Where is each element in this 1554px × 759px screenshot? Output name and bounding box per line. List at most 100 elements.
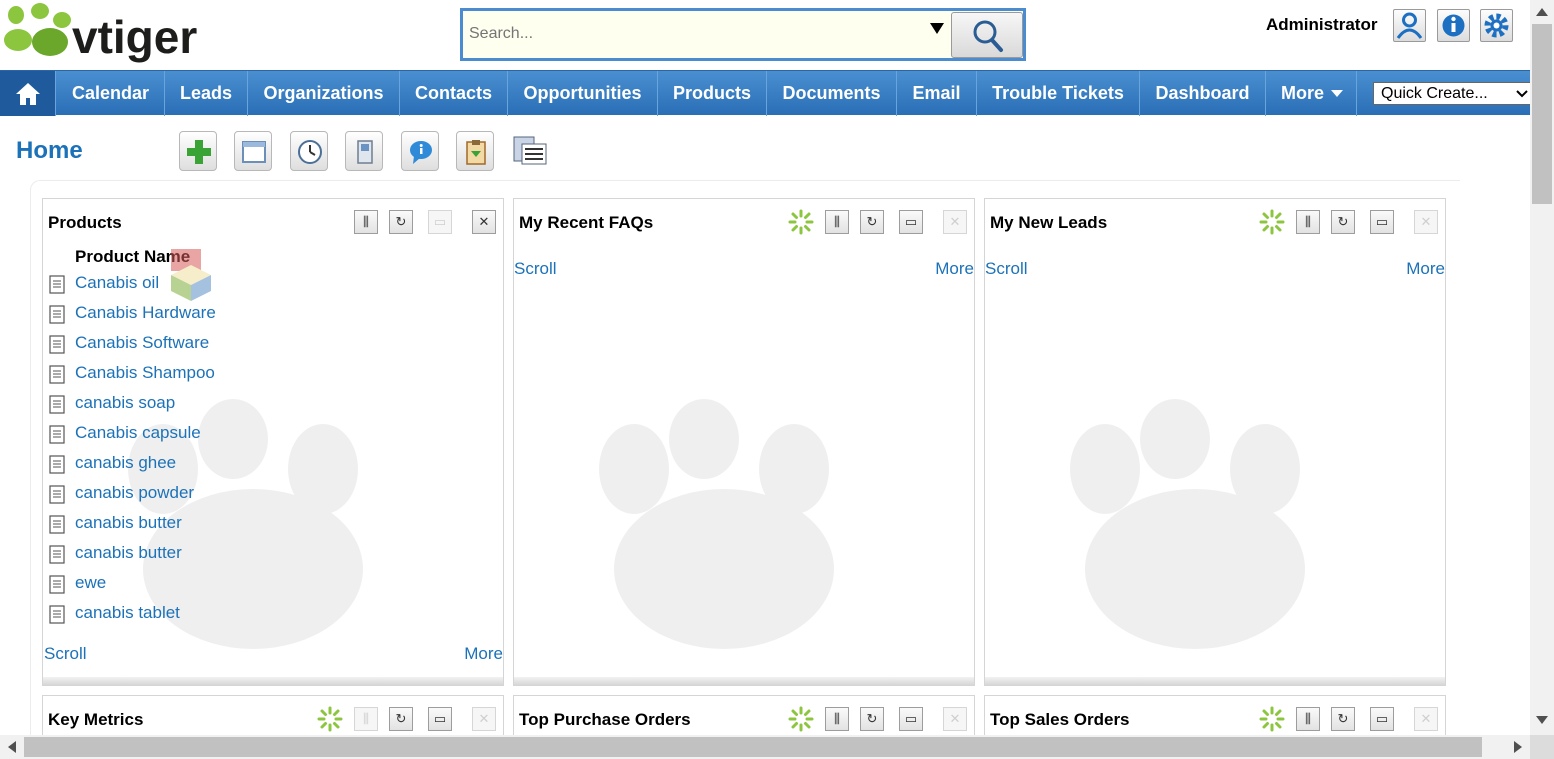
- scroll-link[interactable]: Scroll: [514, 259, 557, 279]
- product-row[interactable]: Canabis Shampoo: [49, 363, 349, 387]
- refresh-icon: ↻: [395, 711, 407, 726]
- settings-gear-icon: [1484, 13, 1509, 38]
- scroll-link[interactable]: Scroll: [44, 644, 87, 664]
- logo-text: vtiger: [72, 11, 198, 63]
- product-row[interactable]: canabis soap: [49, 393, 349, 417]
- resize-icon: ▭: [904, 711, 918, 726]
- widget-resize-button[interactable]: ▭: [1370, 707, 1394, 731]
- quick-create-select[interactable]: Quick Create...: [1373, 82, 1533, 105]
- product-link[interactable]: Canabis Software: [75, 333, 209, 353]
- vertical-scrollbar[interactable]: [1530, 0, 1554, 735]
- widget-refresh-button[interactable]: ↻: [860, 210, 884, 234]
- product-link[interactable]: canabis butter: [75, 513, 182, 533]
- scroll-right-arrow-icon[interactable]: [1514, 741, 1522, 753]
- chevron-down-icon: [1516, 90, 1528, 98]
- widget-config-button[interactable]: ⫼: [825, 707, 849, 731]
- product-link[interactable]: Canabis Shampoo: [75, 363, 215, 383]
- widget-close-button: ✕: [943, 707, 967, 731]
- widget-resize-button[interactable]: ▭: [428, 707, 452, 731]
- chat-button[interactable]: [401, 131, 439, 171]
- product-row[interactable]: canabis ghee: [49, 453, 349, 477]
- clipboard-button[interactable]: [456, 131, 494, 171]
- user-name[interactable]: Administrator: [1266, 15, 1377, 35]
- widget-refresh-button[interactable]: ↻: [860, 707, 884, 731]
- product-row[interactable]: canabis tablet: [49, 603, 349, 627]
- chat-bubble-icon: [410, 141, 432, 164]
- product-link[interactable]: Canabis capsule: [75, 423, 201, 443]
- product-row[interactable]: Canabis capsule: [49, 423, 349, 447]
- nav-item-more[interactable]: More: [1266, 71, 1357, 116]
- widget-close-button[interactable]: ✕: [472, 210, 496, 234]
- nav-home[interactable]: [0, 71, 56, 116]
- refresh-icon: ↻: [1337, 214, 1349, 229]
- add-widget-button[interactable]: [179, 131, 217, 171]
- widget-refresh-button[interactable]: ↻: [389, 707, 413, 731]
- product-link[interactable]: ewe: [75, 573, 106, 593]
- close-icon: ✕: [1420, 711, 1432, 726]
- product-row[interactable]: Canabis Software: [49, 333, 349, 357]
- nav-item-email[interactable]: Email: [897, 71, 977, 116]
- widget-config-button[interactable]: ⫼: [1296, 707, 1320, 731]
- widget-refresh-button[interactable]: ↻: [389, 210, 413, 234]
- widget-title: Products: [48, 213, 122, 232]
- more-link[interactable]: More: [935, 259, 974, 279]
- widget-config-button[interactable]: ⫼: [825, 210, 849, 234]
- scroll-left-arrow-icon[interactable]: [8, 741, 16, 753]
- window-button[interactable]: [234, 131, 272, 171]
- horizontal-scrollbar[interactable]: [0, 735, 1530, 759]
- product-row[interactable]: Canabis oil: [49, 273, 349, 297]
- nav-item-leads[interactable]: Leads: [165, 71, 248, 116]
- scroll-down-arrow-icon[interactable]: [1536, 716, 1548, 724]
- widget-config-button[interactable]: ⫼: [1296, 210, 1320, 234]
- search-input[interactable]: [467, 16, 947, 52]
- clock-button[interactable]: [290, 131, 328, 171]
- more-link[interactable]: More: [464, 644, 503, 664]
- list-layout-button[interactable]: [512, 134, 548, 168]
- user-profile-button[interactable]: [1393, 9, 1426, 42]
- widget-refresh-button[interactable]: ↻: [1331, 210, 1355, 234]
- nav-item-products[interactable]: Products: [658, 71, 767, 116]
- nav-item-contacts[interactable]: Contacts: [400, 71, 508, 116]
- nav-item-documents[interactable]: Documents: [767, 71, 897, 116]
- widget-resize-button[interactable]: ▭: [1370, 210, 1394, 234]
- user-icon: [1396, 12, 1423, 39]
- vertical-scroll-thumb[interactable]: [1532, 24, 1552, 204]
- close-icon: ✕: [478, 214, 490, 229]
- widget-resize-button[interactable]: ▭: [899, 707, 923, 731]
- home-icon: [16, 83, 40, 105]
- product-link[interactable]: Canabis Hardware: [75, 303, 216, 323]
- document-icon: [49, 335, 65, 354]
- product-link[interactable]: canabis butter: [75, 543, 182, 563]
- notebook-button[interactable]: [345, 131, 383, 171]
- product-row[interactable]: canabis powder: [49, 483, 349, 507]
- about-button[interactable]: [1437, 9, 1470, 42]
- product-link[interactable]: canabis tablet: [75, 603, 180, 623]
- product-link[interactable]: canabis soap: [75, 393, 175, 413]
- caret-down-icon: [1331, 90, 1343, 97]
- product-link[interactable]: Canabis oil: [75, 273, 159, 293]
- scroll-link[interactable]: Scroll: [985, 259, 1028, 279]
- product-row[interactable]: ewe: [49, 573, 349, 597]
- product-link[interactable]: canabis powder: [75, 483, 194, 503]
- nav-item-trouble-tickets[interactable]: Trouble Tickets: [977, 71, 1140, 116]
- search-scope-dropdown[interactable]: [927, 21, 947, 39]
- widget-resize-button[interactable]: ▭: [899, 210, 923, 234]
- product-row[interactable]: Canabis Hardware: [49, 303, 349, 327]
- vtiger-logo[interactable]: vtiger: [0, 0, 250, 68]
- widget-config-button[interactable]: ⫼: [354, 210, 378, 234]
- more-link[interactable]: More: [1406, 259, 1445, 279]
- nav-item-opportunities[interactable]: Opportunities: [508, 71, 658, 116]
- nav-item-organizations[interactable]: Organizations: [248, 71, 400, 116]
- settings-button[interactable]: [1480, 9, 1513, 42]
- product-row[interactable]: canabis butter: [49, 543, 349, 567]
- product-row[interactable]: canabis butter: [49, 513, 349, 537]
- nav-item-dashboard[interactable]: Dashboard: [1140, 71, 1266, 116]
- widget-refresh-button[interactable]: ↻: [1331, 707, 1355, 731]
- product-link[interactable]: canabis ghee: [75, 453, 176, 473]
- horizontal-scroll-thumb[interactable]: [24, 737, 1482, 757]
- widget-title: My New Leads: [990, 213, 1108, 232]
- search-button[interactable]: [951, 12, 1023, 58]
- nav-item-calendar[interactable]: Calendar: [57, 71, 165, 116]
- scroll-up-arrow-icon[interactable]: [1536, 8, 1548, 16]
- page-title: Home: [16, 137, 83, 164]
